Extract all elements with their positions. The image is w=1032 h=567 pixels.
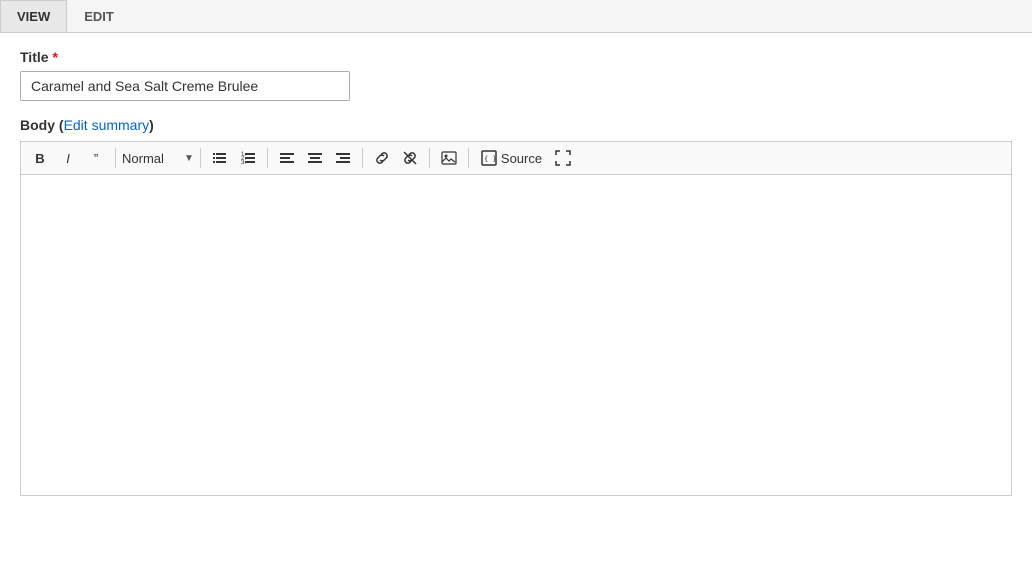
tab-view[interactable]: VIEW — [0, 0, 67, 32]
image-button[interactable] — [436, 146, 462, 170]
align-right-icon — [335, 150, 351, 166]
body-label-paren-close: ) — [149, 117, 154, 133]
italic-button[interactable]: I — [55, 146, 81, 170]
editor-body[interactable] — [21, 175, 1011, 495]
image-icon — [441, 150, 457, 166]
source-label: Source — [501, 151, 542, 166]
align-left-icon — [279, 150, 295, 166]
source-icon: { } — [481, 150, 497, 166]
fullscreen-button[interactable] — [550, 146, 576, 170]
toolbar-separator-1 — [115, 148, 116, 168]
svg-text:{ }: { } — [484, 155, 497, 163]
unordered-list-icon — [212, 150, 228, 166]
toolbar-separator-6 — [468, 148, 469, 168]
title-input[interactable] — [20, 71, 350, 101]
title-label: Title — [20, 49, 49, 65]
link-button[interactable] — [369, 146, 395, 170]
body-label: Body — [20, 117, 55, 133]
ordered-list-icon: 1. 2. 3. — [240, 150, 256, 166]
align-center-icon — [307, 150, 323, 166]
bold-button[interactable]: B — [27, 146, 53, 170]
toolbar: B I ” Normal Heading 1 Heading 2 Heading… — [21, 142, 1011, 175]
fullscreen-icon — [555, 150, 571, 166]
toolbar-separator-2 — [200, 148, 201, 168]
unlink-icon — [402, 150, 418, 166]
unlink-button[interactable] — [397, 146, 423, 170]
align-center-button[interactable] — [302, 146, 328, 170]
edit-summary-link[interactable]: Edit summary — [64, 117, 150, 133]
format-select-wrapper: Normal Heading 1 Heading 2 Heading 3 ▼ — [122, 149, 194, 168]
toolbar-separator-3 — [267, 148, 268, 168]
editor-container: B I ” Normal Heading 1 Heading 2 Heading… — [20, 141, 1012, 496]
toolbar-separator-4 — [362, 148, 363, 168]
align-right-button[interactable] — [330, 146, 356, 170]
source-button[interactable]: { } Source — [475, 146, 548, 170]
quote-button[interactable]: ” — [83, 146, 109, 170]
ordered-list-button[interactable]: 1. 2. 3. — [235, 146, 261, 170]
toolbar-separator-5 — [429, 148, 430, 168]
unordered-list-button[interactable] — [207, 146, 233, 170]
tab-edit[interactable]: EDIT — [67, 0, 131, 32]
align-left-button[interactable] — [274, 146, 300, 170]
required-indicator: * — [53, 49, 58, 65]
tabs-bar: VIEW EDIT — [0, 0, 1032, 33]
format-select[interactable]: Normal Heading 1 Heading 2 Heading 3 — [122, 149, 182, 168]
link-icon — [374, 150, 390, 166]
dropdown-arrow-icon: ▼ — [184, 153, 194, 164]
